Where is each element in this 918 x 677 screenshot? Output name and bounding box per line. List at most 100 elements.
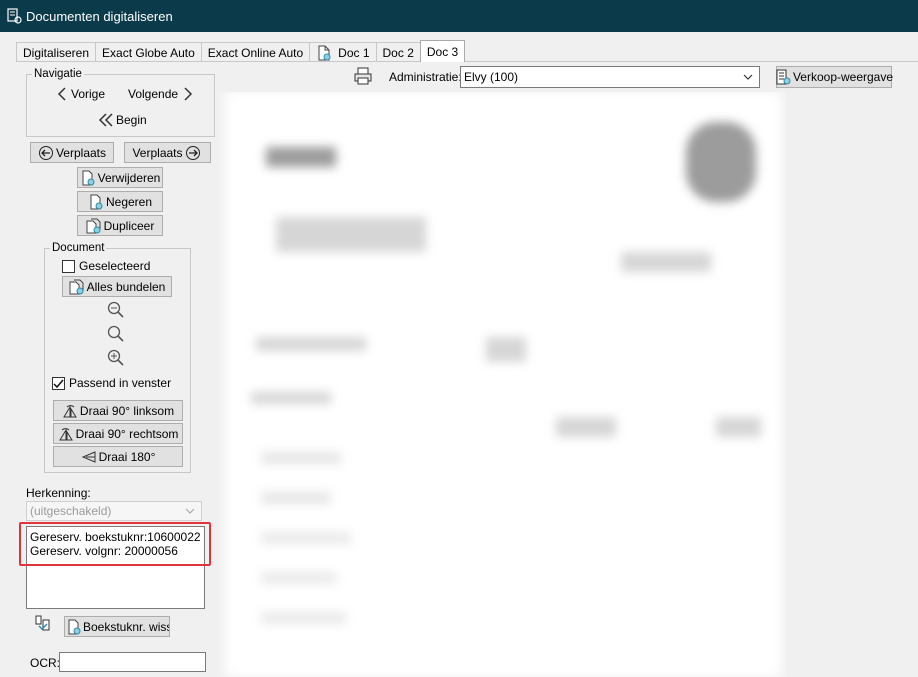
- verwijderen-button[interactable]: Verwijderen: [77, 167, 163, 188]
- verkoop-weergave-button[interactable]: Verkoop-weergave: [776, 66, 894, 88]
- preview-block: [261, 532, 351, 544]
- document-ignore-icon: [90, 194, 103, 209]
- preview-block: [261, 452, 341, 464]
- tab-exact-online-auto[interactable]: Exact Online Auto: [200, 42, 311, 62]
- tab-label: Exact Globe Auto: [102, 45, 195, 60]
- rotate-right-button[interactable]: Draai 90° rechtsom: [53, 423, 183, 444]
- preview-block: [276, 217, 426, 252]
- tab-label: Exact Online Auto: [207, 45, 304, 60]
- document-duplicate-icon: [86, 218, 101, 233]
- passend-checkbox[interactable]: Passend in venster: [52, 376, 171, 390]
- rotate-180-button[interactable]: Draai 180°: [53, 446, 183, 467]
- verplaats-left-label: Verplaats: [55, 145, 107, 160]
- preview-block: [251, 392, 331, 404]
- preview-block: [261, 572, 336, 584]
- boekstuknr-wissen-label: Boekstuknr. wissen: [83, 619, 169, 634]
- passend-label: Passend in venster: [69, 376, 172, 390]
- rotate-left-icon: [63, 404, 77, 417]
- verplaats-right-label: Verplaats: [132, 145, 183, 160]
- double-chevron-left-icon: [98, 113, 113, 127]
- printer-icon[interactable]: [354, 67, 372, 85]
- boekstuknr-wissen-button[interactable]: Boekstuknr. wissen: [64, 616, 170, 637]
- preview-block: [716, 417, 761, 437]
- arrow-right-circle-icon: [185, 145, 200, 160]
- left-panel: Navigatie Vorige Volgende Begin Verplaat…: [16, 62, 218, 677]
- document-view-icon: [776, 69, 791, 85]
- arrow-left-circle-icon: [38, 145, 53, 160]
- volgende-button[interactable]: Volgende: [128, 86, 194, 102]
- verplaats-left-button[interactable]: Verplaats: [30, 142, 114, 163]
- document-app-icon: [7, 8, 22, 24]
- administratie-value: Elvy (100): [464, 70, 519, 84]
- negeren-label: Negeren: [105, 194, 153, 209]
- tab-label: Digitaliseren: [23, 45, 90, 60]
- document-viewer[interactable]: [218, 92, 786, 677]
- preview-block: [621, 252, 711, 272]
- herkenning-value: (uitgeschakeld): [30, 504, 112, 518]
- rotate-right-label: Draai 90° rechtsom: [75, 426, 179, 441]
- preview-block: [261, 612, 346, 624]
- preview-block: [556, 417, 616, 437]
- document-legend: Document: [50, 242, 107, 254]
- herkenning-select[interactable]: (uitgeschakeld): [26, 501, 202, 521]
- document-clear-icon: [68, 619, 81, 634]
- chevron-down-icon: [185, 508, 195, 514]
- tab-bar: Digitaliseren Exact Globe Auto Exact Onl…: [16, 40, 466, 62]
- chevron-right-icon: [184, 87, 193, 101]
- preview-logo: [686, 122, 756, 202]
- tab-digitaliseren[interactable]: Digitaliseren: [16, 42, 97, 62]
- zoom-reset-icon[interactable]: [107, 325, 125, 343]
- viewer-background: [786, 92, 918, 677]
- checkmark-icon: [53, 379, 64, 388]
- geselecteerd-label: Geselecteerd: [79, 259, 151, 273]
- rotate-left-label: Draai 90° linksom: [79, 403, 175, 418]
- document-toolbar: Administratie: Elvy (100) Verkoop-weerga…: [218, 62, 918, 92]
- rotate-right-icon: [58, 427, 73, 440]
- herkenning-label: Herkenning:: [26, 486, 91, 500]
- chevron-down-icon: [743, 74, 753, 80]
- document-icon: [318, 45, 331, 60]
- rotate-180-label: Draai 180°: [98, 449, 156, 464]
- preview-block: [486, 337, 526, 362]
- zoom-in-icon[interactable]: [107, 349, 125, 367]
- vorige-label: Vorige: [71, 87, 106, 101]
- alles-bundelen-label: Alles bundelen: [86, 279, 166, 294]
- dupliceer-button[interactable]: Dupliceer: [77, 215, 163, 236]
- negeren-button[interactable]: Negeren: [77, 191, 163, 212]
- vorige-button[interactable]: Vorige: [56, 86, 105, 102]
- tab-doc-3[interactable]: Doc 3: [419, 40, 466, 62]
- ocr-label: OCR:: [30, 656, 60, 670]
- highlight-box: [19, 522, 211, 566]
- navigatie-legend: Navigatie: [32, 68, 84, 80]
- scan-document-icon[interactable]: [34, 614, 52, 632]
- tab-label: Doc 1: [338, 45, 370, 60]
- preview-block: [261, 492, 331, 504]
- administratie-label: Administratie:: [389, 70, 462, 84]
- volgende-label: Volgende: [128, 87, 179, 101]
- zoom-out-icon[interactable]: [107, 301, 125, 319]
- tab-doc-2[interactable]: Doc 2: [375, 42, 421, 62]
- document-bundle-icon: [69, 279, 84, 294]
- verplaats-right-button[interactable]: Verplaats: [124, 142, 211, 163]
- window-title: Documenten digitaliseren: [26, 8, 173, 24]
- document-preview-page: [226, 92, 781, 677]
- title-bar: Documenten digitaliseren: [0, 0, 918, 32]
- verwijderen-label: Verwijderen: [97, 170, 161, 185]
- begin-button[interactable]: Begin: [98, 112, 147, 128]
- tab-doc-1[interactable]: Doc 1: [309, 42, 377, 62]
- alles-bundelen-button[interactable]: Alles bundelen: [62, 276, 172, 297]
- dupliceer-label: Dupliceer: [103, 218, 155, 233]
- ocr-input[interactable]: [59, 652, 206, 672]
- preview-block: [256, 337, 366, 351]
- chevron-left-icon: [57, 87, 66, 101]
- geselecteerd-box: [62, 259, 75, 273]
- geselecteerd-checkbox[interactable]: Geselecteerd: [62, 259, 150, 273]
- verkoop-weergave-label: Verkoop-weergave: [792, 70, 894, 84]
- rotate-180-icon: [81, 450, 96, 463]
- document-remove-icon: [82, 170, 95, 185]
- tab-exact-globe-auto[interactable]: Exact Globe Auto: [95, 42, 202, 62]
- preview-block: [266, 147, 336, 167]
- rotate-left-button[interactable]: Draai 90° linksom: [53, 400, 183, 421]
- administratie-select[interactable]: Elvy (100): [460, 66, 760, 88]
- passend-box: [52, 376, 65, 390]
